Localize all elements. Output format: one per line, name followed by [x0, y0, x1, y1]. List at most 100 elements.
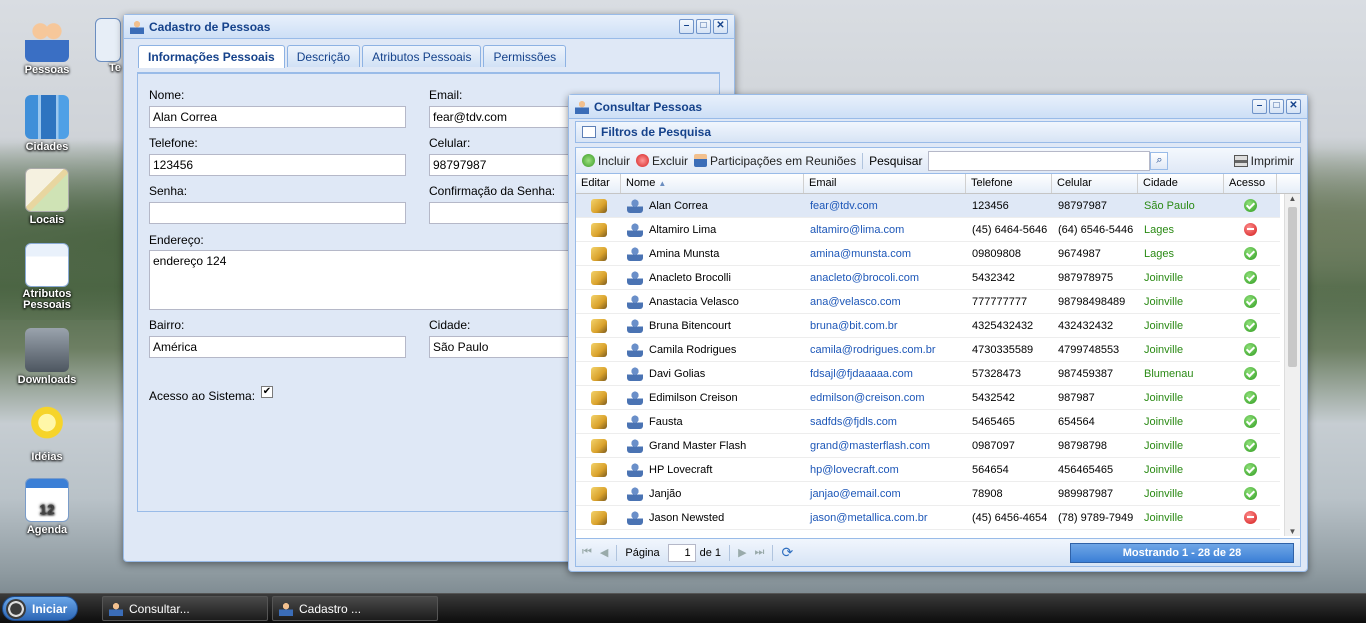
email-cell[interactable]: anacleto@brocoli.com: [804, 272, 966, 284]
email-cell[interactable]: altamiro@lima.com: [804, 224, 966, 236]
edit-cell[interactable]: [576, 366, 621, 381]
table-row[interactable]: Bruna Bitencourt bruna@bit.com.br 43254324…: [576, 314, 1280, 338]
edit-icon[interactable]: [590, 342, 607, 357]
minimize-icon[interactable]: –: [679, 19, 694, 34]
edit-cell[interactable]: [576, 462, 621, 477]
edit-cell[interactable]: [576, 486, 621, 501]
edit-cell[interactable]: [576, 438, 621, 453]
minimize-icon[interactable]: –: [1252, 99, 1267, 114]
table-row[interactable]: Grand Master Flash grand@masterflash.com 0…: [576, 434, 1280, 458]
edit-icon[interactable]: [590, 486, 607, 501]
column-header-nome[interactable]: Nome ▲: [621, 174, 804, 193]
column-header-editar[interactable]: Editar: [576, 174, 621, 193]
table-row[interactable]: Camila Rodrigues camila@rodrigues.com.br 4…: [576, 338, 1280, 362]
bairro-field[interactable]: América: [149, 336, 406, 358]
edit-cell[interactable]: [576, 294, 621, 309]
email-cell[interactable]: camila@rodrigues.com.br: [804, 344, 966, 356]
tab-atributos-pessoais[interactable]: Atributos Pessoais: [362, 45, 482, 67]
cadastro-window-header[interactable]: Cadastro de Pessoas – □ ✕: [124, 15, 734, 39]
edit-icon[interactable]: [590, 390, 607, 405]
edit-icon[interactable]: [590, 414, 607, 429]
last-page-icon[interactable]: ⏭: [755, 546, 765, 559]
edit-icon[interactable]: [590, 318, 607, 333]
table-row[interactable]: Anastacia Velasco ana@velasco.com 77777777…: [576, 290, 1280, 314]
edit-icon[interactable]: [590, 510, 607, 525]
edit-cell[interactable]: [576, 198, 621, 213]
email-cell[interactable]: fear@tdv.com: [804, 200, 966, 212]
edit-icon[interactable]: [590, 246, 607, 261]
close-icon[interactable]: ✕: [713, 19, 728, 34]
email-cell[interactable]: ana@velasco.com: [804, 296, 966, 308]
maximize-icon[interactable]: □: [1269, 99, 1284, 114]
edit-icon[interactable]: [590, 222, 607, 237]
table-row[interactable]: Davi Golias fdsajl@fjdaaaaa.com 57328473 98…: [576, 362, 1280, 386]
tab-informacoes-pessoais[interactable]: Informações Pessoais: [138, 45, 285, 68]
acesso-checkbox[interactable]: ✔: [261, 386, 273, 398]
consultar-window-header[interactable]: Consultar Pessoas – □ ✕: [569, 95, 1307, 119]
edit-icon[interactable]: [590, 294, 607, 309]
close-icon[interactable]: ✕: [1286, 99, 1301, 114]
desktop-icon-pessoas[interactable]: Pessoas: [8, 18, 86, 76]
search-icon[interactable]: ⌕: [1150, 151, 1169, 170]
first-page-icon[interactable]: ⏮: [582, 546, 592, 559]
table-row[interactable]: Altamiro Lima altamiro@lima.com (45) 6464-…: [576, 218, 1280, 242]
edit-icon[interactable]: [590, 366, 607, 381]
edit-cell[interactable]: [576, 390, 621, 405]
column-header-cidade[interactable]: Cidade: [1138, 174, 1224, 193]
desktop-icon-downloads[interactable]: Downloads: [8, 328, 86, 386]
desktop-icon-partial[interactable]: Te: [95, 18, 125, 74]
tab-permissoes[interactable]: Permissões: [483, 45, 567, 67]
email-cell[interactable]: fdsajl@fjdaaaaa.com: [804, 368, 966, 380]
scroll-up-icon[interactable]: ▲: [1285, 194, 1300, 203]
desktop-icon-ideias[interactable]: Idéias: [8, 405, 86, 463]
next-page-icon[interactable]: ▶: [738, 546, 746, 559]
table-row[interactable]: Alan Correa fear@tdv.com 123456 98797987 São…: [576, 194, 1280, 218]
email-cell[interactable]: amina@munsta.com: [804, 248, 966, 260]
start-button[interactable]: Iniciar: [2, 596, 78, 621]
email-cell[interactable]: sadfds@fjdls.com: [804, 416, 966, 428]
desktop-icon-cidades[interactable]: Cidades: [8, 95, 86, 153]
task-consultar[interactable]: Consultar...: [102, 596, 268, 621]
desktop-icon-atributos[interactable]: Atributos Pessoais: [8, 243, 86, 311]
column-header-telefone[interactable]: Telefone: [966, 174, 1052, 193]
imprimir-button[interactable]: Imprimir: [1233, 154, 1294, 168]
incluir-button[interactable]: Incluir: [582, 154, 630, 168]
edit-cell[interactable]: [576, 342, 621, 357]
email-cell[interactable]: bruna@bit.com.br: [804, 320, 966, 332]
email-cell[interactable]: hp@lovecraft.com: [804, 464, 966, 476]
edit-icon[interactable]: [590, 462, 607, 477]
edit-icon[interactable]: [590, 438, 607, 453]
edit-cell[interactable]: [576, 510, 621, 525]
table-row[interactable]: HP Lovecraft hp@lovecraft.com 564654 456465…: [576, 458, 1280, 482]
telefone-field[interactable]: 123456: [149, 154, 406, 176]
column-header-acesso[interactable]: Acesso: [1224, 174, 1277, 193]
grid-scrollbar[interactable]: ▲ ▼: [1284, 194, 1300, 536]
scrollbar-thumb[interactable]: [1288, 207, 1297, 367]
excluir-button[interactable]: Excluir: [636, 154, 688, 168]
email-cell[interactable]: janjao@email.com: [804, 488, 966, 500]
nome-field[interactable]: Alan Correa: [149, 106, 406, 128]
filter-panel-header[interactable]: Filtros de Pesquisa: [575, 121, 1301, 143]
scroll-down-icon[interactable]: ▼: [1285, 527, 1300, 536]
participacoes-button[interactable]: Participações em Reuniões: [694, 154, 856, 168]
task-cadastro[interactable]: Cadastro ...: [272, 596, 438, 621]
column-header-celular[interactable]: Celular: [1052, 174, 1138, 193]
edit-cell[interactable]: [576, 414, 621, 429]
page-number-input[interactable]: 1: [667, 543, 696, 562]
edit-cell[interactable]: [576, 222, 621, 237]
table-row[interactable]: Edimilson Creison edmilson@creison.com 543…: [576, 386, 1280, 410]
senha-field[interactable]: [149, 202, 406, 224]
desktop-icon-agenda[interactable]: 12 Agenda: [8, 478, 86, 536]
tab-descricao[interactable]: Descrição: [286, 45, 361, 67]
desktop-icon-locais[interactable]: Locais: [8, 168, 86, 226]
table-row[interactable]: Amina Munsta amina@munsta.com 09809808 9674…: [576, 242, 1280, 266]
edit-icon[interactable]: [590, 270, 607, 285]
email-cell[interactable]: grand@masterflash.com: [804, 440, 966, 452]
edit-icon[interactable]: [590, 198, 607, 213]
email-cell[interactable]: jason@metallica.com.br: [804, 512, 966, 524]
email-cell[interactable]: edmilson@creison.com: [804, 392, 966, 404]
prev-page-icon[interactable]: ◀: [600, 546, 608, 559]
edit-cell[interactable]: [576, 246, 621, 261]
column-header-email[interactable]: Email: [804, 174, 966, 193]
edit-cell[interactable]: [576, 318, 621, 333]
